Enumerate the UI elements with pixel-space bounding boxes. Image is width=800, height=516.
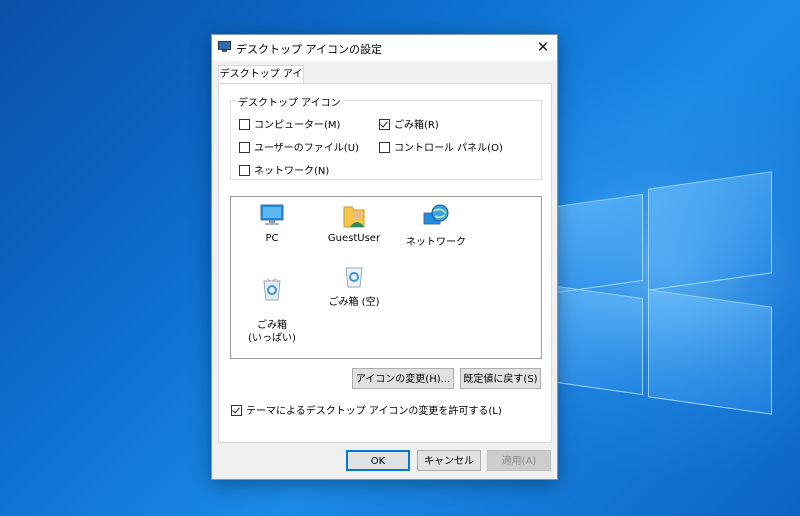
title-bar[interactable]: デスクトップ アイコンの設定 ✕ xyxy=(212,35,557,61)
user-folder-icon xyxy=(343,206,365,228)
checkbox-box xyxy=(231,405,242,416)
checkbox-box xyxy=(239,142,250,153)
checkbox-label: コンピューター(M) xyxy=(254,120,341,131)
group-label: デスクトップ アイコン xyxy=(236,94,343,109)
icon-label: ごみ箱 (空) xyxy=(328,297,380,308)
checkbox-label: ユーザーのファイル(U) xyxy=(254,143,359,154)
checkbox-label: ネットワーク(N) xyxy=(254,166,330,177)
icon-list[interactable]: PC GuestUser ネットワーク ごみ箱 (いっぱい) ごみ箱 (空) xyxy=(230,196,542,359)
icon-label: GuestUser xyxy=(327,233,381,244)
checkbox-computer[interactable]: コンピューター(M) xyxy=(239,116,340,131)
checkbox-box xyxy=(379,119,390,130)
dialog-title: デスクトップ アイコンの設定 xyxy=(236,43,382,56)
recycle-bin-empty-icon xyxy=(345,267,363,288)
checkbox-box xyxy=(239,119,250,130)
close-button[interactable]: ✕ xyxy=(529,35,557,61)
pc-icon xyxy=(260,204,284,225)
icon-item-network[interactable]: ネットワーク xyxy=(396,203,476,248)
icon-label: PC xyxy=(265,233,279,244)
icon-item-pc[interactable]: PC xyxy=(232,203,312,244)
checkbox-control-panel[interactable]: コントロール パネル(O) xyxy=(379,139,503,154)
desktop-icon-settings-dialog: デスクトップ アイコンの設定 ✕ デスクトップ アイコン デスクトップ アイコン… xyxy=(211,34,558,480)
icon-item-recycle-bin-empty[interactable]: ごみ箱 (空) xyxy=(314,263,394,308)
network-icon xyxy=(423,204,449,225)
icon-item-guestuser[interactable]: GuestUser xyxy=(314,203,394,244)
icon-label: ネットワーク xyxy=(406,237,466,248)
ok-button[interactable]: OK xyxy=(346,450,410,471)
cancel-button[interactable]: キャンセル xyxy=(417,450,481,471)
checkbox-network[interactable]: ネットワーク(N) xyxy=(239,162,329,177)
desktop-icons-group: デスクトップ アイコン コンピューター(M) ごみ箱(R) ユーザーのファイル(… xyxy=(230,94,542,180)
icon-label: ごみ箱 (いっぱい) xyxy=(248,320,296,344)
checkbox-allow-theme-change[interactable]: テーマによるデスクトップ アイコンの変更を許可する(L) xyxy=(231,402,502,417)
monitor-icon xyxy=(218,41,231,52)
checkbox-label: コントロール パネル(O) xyxy=(394,143,503,154)
icon-item-recycle-bin-full[interactable]: ごみ箱 (いっぱい) xyxy=(232,263,312,358)
recycle-bin-full-icon xyxy=(263,278,281,301)
checkbox-label: テーマによるデスクトップ アイコンの変更を許可する(L) xyxy=(246,406,502,417)
windows-logo-wallpaper xyxy=(556,170,776,415)
apply-button[interactable]: 適用(A) xyxy=(487,450,551,471)
checkbox-user-files[interactable]: ユーザーのファイル(U) xyxy=(239,139,359,154)
restore-default-button[interactable]: 既定値に戻す(S) xyxy=(460,368,541,389)
checkbox-box xyxy=(379,142,390,153)
checkbox-recycle-bin[interactable]: ごみ箱(R) xyxy=(379,116,439,131)
tab-desktop-icons[interactable]: デスクトップ アイコン xyxy=(218,65,304,98)
tab-panel: デスクトップ アイコン コンピューター(M) ごみ箱(R) ユーザーのファイル(… xyxy=(218,83,552,443)
checkbox-label: ごみ箱(R) xyxy=(394,120,439,131)
change-icon-button[interactable]: アイコンの変更(H)... xyxy=(352,368,454,389)
checkbox-box xyxy=(239,165,250,176)
